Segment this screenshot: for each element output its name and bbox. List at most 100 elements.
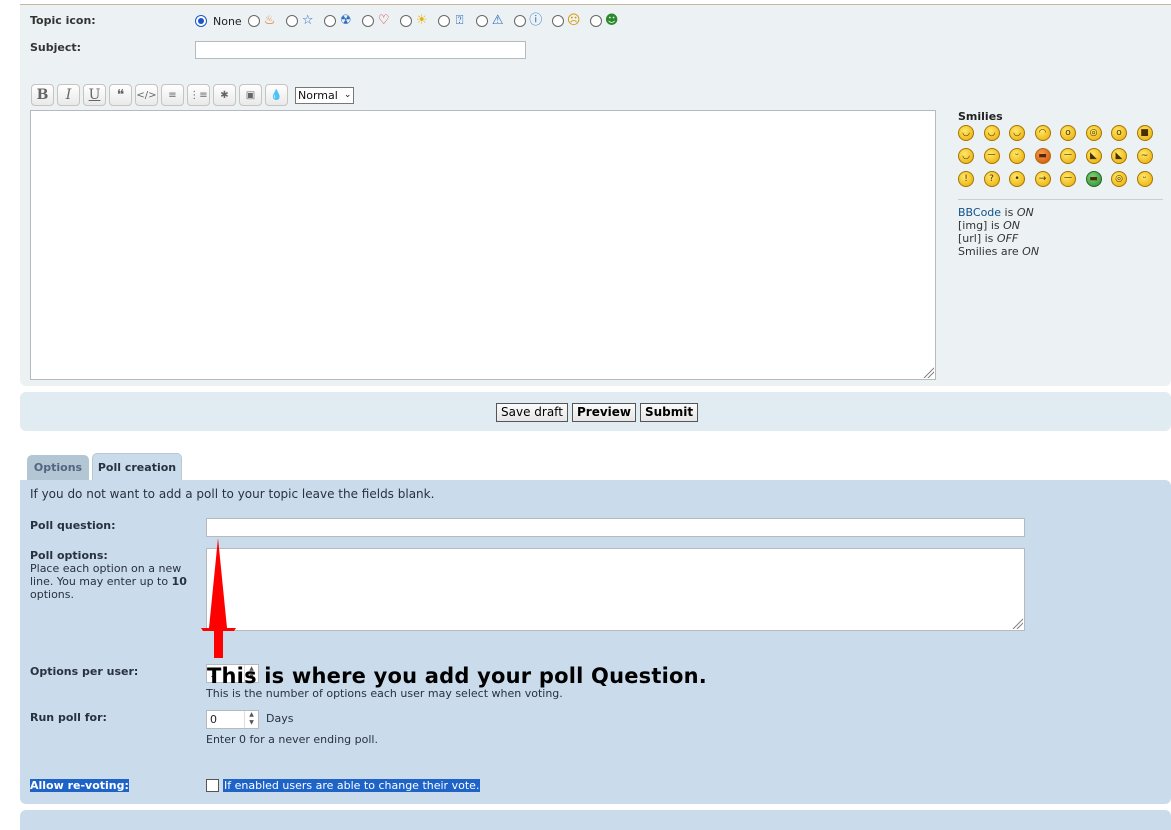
bold-button[interactable]: B (31, 84, 54, 106)
resize-handle[interactable] (922, 366, 934, 378)
info-icon: ⓘ (529, 13, 543, 28)
poll-intro-text: If you do not want to add a poll to your… (30, 487, 435, 501)
warning-icon: ⚠ (491, 13, 504, 28)
tab-options[interactable]: Options (27, 455, 89, 480)
subject-input[interactable] (195, 41, 526, 59)
topic-icon-lightbulb-radio[interactable] (399, 15, 412, 27)
smiley-icon[interactable]: ᵕ (1136, 171, 1153, 187)
topic-icon-grin-radio[interactable] (589, 15, 602, 27)
smiley-icon[interactable]: • (1009, 171, 1025, 187)
smiley-icon[interactable]: ◡ (1009, 125, 1025, 141)
poll-question-input[interactable] (206, 518, 1025, 537)
smiley-icon[interactable]: ᵕ (1009, 148, 1025, 164)
chevron-down-icon: ⌄ (343, 90, 352, 100)
smiley-icon[interactable]: o (1060, 125, 1076, 141)
subject-label: Subject: (30, 41, 82, 54)
smiley-icon[interactable]: ~ (1136, 148, 1153, 164)
smiley-icon[interactable]: ◎ (1085, 125, 1102, 141)
smilies-state: ON (1022, 245, 1040, 258)
font-size-select[interactable]: Normal ⌄ (295, 86, 355, 104)
bbcode-toolbar: B I U ❝ </> ≡ ⋮≡ ✱ ▣ 💧 Normal ⌄ (31, 84, 355, 106)
smiley-icon[interactable]: ▬ (1085, 171, 1102, 187)
radioactive-icon: ☢ (339, 13, 352, 28)
run-poll-unit: Days (266, 712, 294, 725)
spinner-arrows-icon[interactable]: ▲ ▼ (244, 711, 258, 728)
topic-icon-question-radio[interactable] (437, 15, 450, 27)
message-textarea[interactable] (30, 110, 936, 380)
bbcode-status: BBCode is ON [img] is ON [url] is OFF Sm… (958, 206, 1040, 258)
preview-button[interactable]: Preview (572, 403, 637, 422)
smiley-icon[interactable]: ◣ (1111, 148, 1127, 164)
submit-button[interactable]: Submit (640, 403, 699, 422)
options-per-user-help: This is the number of options each user … (206, 687, 563, 700)
allow-revoting-checkbox[interactable] (206, 779, 219, 792)
smiley-icon[interactable]: ■ (1136, 125, 1153, 141)
run-poll-label: Run poll for: (30, 711, 107, 724)
url-state: OFF (996, 232, 1019, 245)
resize-handle[interactable] (1011, 617, 1023, 629)
smiley-icon[interactable]: → (1034, 171, 1051, 187)
poll-options-textarea[interactable] (206, 548, 1025, 631)
run-poll-days-value: 0 (210, 713, 217, 726)
allow-revoting-help: If enabled users are able to change thei… (223, 779, 481, 792)
heart-icon: ♡ (377, 13, 390, 28)
poll-options-max: 10 (171, 575, 187, 588)
img-state: ON (1003, 219, 1021, 232)
bottom-panel (20, 810, 1171, 830)
topic-icon-label: Topic icon: (30, 14, 96, 27)
smiley-icon[interactable]: ㅡ (1060, 171, 1076, 187)
poll-options-label: Poll options: (30, 549, 108, 562)
question-icon: ⍰ (455, 13, 464, 28)
topic-icon-fire-radio[interactable] (247, 15, 260, 27)
quote-button[interactable]: ❝ (109, 84, 132, 106)
smiley-icon[interactable]: ▬ (1034, 148, 1051, 164)
smiley-icon[interactable]: ◡ (958, 148, 974, 164)
smiley-icon[interactable]: ◎ (1111, 171, 1127, 187)
topic-icon-none-radio[interactable] (195, 15, 207, 27)
topic-icon-heart-radio[interactable] (361, 15, 374, 27)
list-button[interactable]: ≡ (161, 84, 184, 106)
smiley-icon[interactable]: o (1111, 125, 1127, 141)
font-size-value: Normal (298, 88, 338, 102)
smilies-title: Smilies (958, 110, 1003, 123)
grin-face-icon: ☻ (604, 13, 619, 28)
smiley-icon[interactable]: ◡ (983, 125, 1000, 141)
topic-icon-surprised-radio[interactable] (551, 15, 564, 27)
list-item-button[interactable]: ✱ (213, 84, 236, 106)
allow-revoting-label: Allow re-voting: (30, 779, 129, 792)
topic-icon-radioactive-radio[interactable] (323, 15, 336, 27)
topic-icon-warning-radio[interactable] (475, 15, 488, 27)
run-poll-days-input[interactable]: 0 ▲ ▼ (206, 710, 259, 729)
underline-button[interactable]: U (83, 84, 106, 106)
surprised-face-icon: ☹ (566, 13, 581, 28)
smiley-icon[interactable]: ? (983, 171, 1000, 187)
smiley-icon[interactable]: ◡ (958, 125, 974, 141)
run-poll-help: Enter 0 for a never ending poll. (206, 733, 378, 746)
smiley-icon[interactable]: ㅡ (983, 148, 1000, 164)
bbcode-link[interactable]: BBCode (958, 206, 1001, 219)
smilies-divider (958, 199, 1163, 200)
annotation-text: This is where you add your poll Question… (207, 664, 707, 688)
smiley-icon[interactable]: ◣ (1085, 148, 1102, 164)
topic-icon-options: None ♨ ☆ ☢ ♡ ☀ ⍰ ⚠ ⓘ ☹ ☻ (195, 12, 628, 30)
arrow-shape (201, 538, 236, 658)
code-button[interactable]: </> (135, 84, 158, 106)
topic-icon-star-radio[interactable] (285, 15, 298, 27)
poll-options-description: Place each option on a new line. You may… (30, 562, 187, 601)
numbered-list-button[interactable]: ⋮≡ (187, 84, 210, 106)
tab-poll-creation[interactable]: Poll creation (92, 453, 182, 480)
color-button[interactable]: 💧 (265, 84, 288, 106)
smiley-icon[interactable]: ◠ (1034, 125, 1051, 141)
bbcode-state: ON (1016, 206, 1034, 219)
image-button[interactable]: ▣ (239, 84, 262, 106)
smiley-icon[interactable]: ! (958, 171, 974, 187)
topic-icon-none-label: None (213, 14, 242, 28)
star-icon: ☆ (301, 13, 314, 28)
options-per-user-label: Options per user: (30, 665, 139, 678)
fire-icon: ♨ (263, 13, 276, 28)
red-arrow-icon (201, 538, 236, 658)
save-draft-button[interactable]: Save draft (496, 403, 568, 422)
topic-icon-info-radio[interactable] (513, 15, 526, 27)
smiley-icon[interactable]: ㅡ (1060, 148, 1076, 164)
italic-button[interactable]: I (57, 84, 80, 106)
